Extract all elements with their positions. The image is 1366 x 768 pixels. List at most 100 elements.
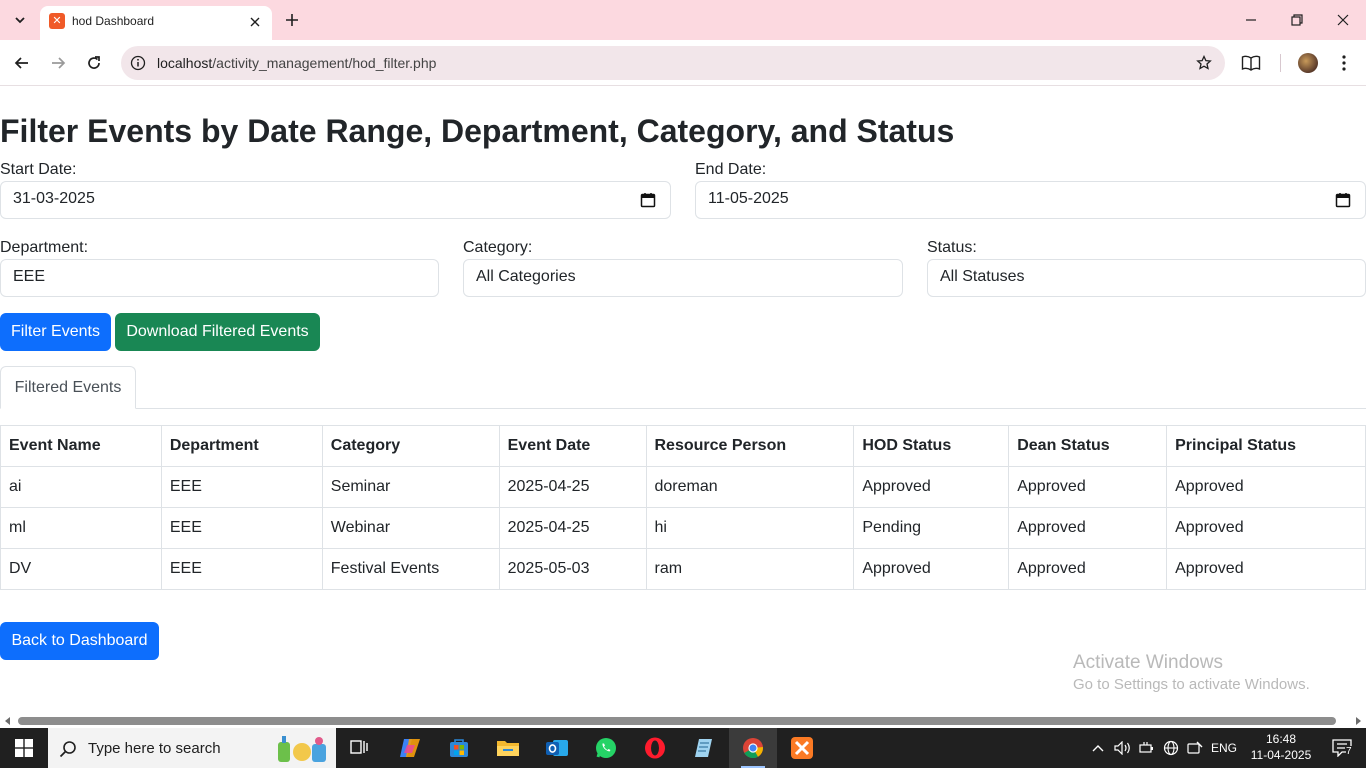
store-icon <box>450 739 468 757</box>
tab-close-button[interactable] <box>246 13 264 31</box>
table-header-row: Event Name Department Category Event Dat… <box>0 425 1366 467</box>
table-cell: hi <box>645 507 855 549</box>
back-nav-button[interactable] <box>8 49 36 77</box>
table-cell: Seminar <box>321 466 500 508</box>
tab-search-button[interactable] <box>8 8 32 32</box>
network-button[interactable] <box>1160 728 1182 768</box>
input-language-button[interactable]: ENG <box>1208 728 1240 768</box>
horizontal-scrollbar[interactable] <box>0 714 1366 728</box>
column-header: Category <box>321 425 500 467</box>
taskbar-notepad[interactable] <box>680 728 728 768</box>
browser-tab[interactable]: ✕ hod Dashboard <box>40 6 272 40</box>
results-tabs: Filtered Events <box>0 366 1366 409</box>
browser-toolbar: localhost/activity_management/hod_filter… <box>0 40 1366 86</box>
department-select[interactable]: EEE <box>0 259 439 297</box>
reading-list-icon[interactable] <box>1240 52 1262 74</box>
calendar-icon[interactable] <box>1335 192 1351 208</box>
taskbar-microsoft-store[interactable] <box>435 728 483 768</box>
close-window-button[interactable] <box>1320 0 1366 40</box>
end-date-input[interactable]: 11-05-2025 <box>695 181 1366 219</box>
device-button[interactable] <box>1184 728 1206 768</box>
url-path: /activity_management/hod_filter.php <box>212 55 437 71</box>
table-row: ml EEE Webinar 2025-04-25 hi Pending App… <box>0 507 1366 549</box>
browser-menu-icon[interactable] <box>1333 52 1355 74</box>
taskbar-search-box[interactable]: Type here to search <box>48 728 336 768</box>
browser-tab-strip: ✕ hod Dashboard <box>0 0 1366 40</box>
clock-date: 11-04-2025 <box>1250 748 1312 762</box>
opera-icon <box>645 737 665 759</box>
volume-button[interactable] <box>1112 728 1134 768</box>
search-placeholder: Type here to search <box>88 740 221 757</box>
profile-avatar[interactable] <box>1298 53 1318 73</box>
address-bar[interactable]: localhost/activity_management/hod_filter… <box>121 46 1225 80</box>
new-tab-button[interactable] <box>280 8 304 32</box>
reload-button[interactable] <box>80 49 108 77</box>
start-button[interactable] <box>0 728 48 768</box>
column-header: Dean Status <box>1008 425 1168 467</box>
taskbar-file-explorer[interactable] <box>484 728 532 768</box>
restore-icon <box>1291 14 1303 26</box>
scroll-left-arrow-icon[interactable] <box>3 716 13 726</box>
taskbar-outlook[interactable] <box>533 728 581 768</box>
start-date-input[interactable]: 31-03-2025 <box>0 181 671 219</box>
download-filtered-events-button[interactable]: Download Filtered Events <box>115 313 320 351</box>
table-cell: Approved <box>1166 507 1366 549</box>
bookmark-star-icon[interactable] <box>1195 54 1213 72</box>
notepad-icon <box>695 739 712 757</box>
close-icon <box>250 17 260 27</box>
end-date-label: End Date: <box>695 161 767 178</box>
column-header: HOD Status <box>853 425 1010 467</box>
start-date-label: Start Date: <box>0 161 77 178</box>
table-cell: Approved <box>1166 466 1366 508</box>
system-clock[interactable]: 16:48 11-04-2025 <box>1250 731 1312 763</box>
url-host: localhost <box>157 55 213 71</box>
end-date-value: 11-05-2025 <box>708 190 789 207</box>
table-cell: EEE <box>160 507 323 549</box>
column-header: Department <box>160 425 323 467</box>
table-cell: ram <box>645 548 855 590</box>
restore-button[interactable] <box>1274 0 1320 40</box>
windows-logo-icon <box>15 739 33 757</box>
department-label: Department: <box>0 239 89 256</box>
url-text[interactable]: localhost/activity_management/hod_filter… <box>157 55 436 71</box>
table-cell: 2025-04-25 <box>498 466 647 508</box>
status-select[interactable]: All Statuses <box>927 259 1366 297</box>
category-select[interactable]: All Categories <box>463 259 903 297</box>
scrollbar-thumb[interactable] <box>18 717 1336 725</box>
toolbar-separator <box>1280 54 1281 72</box>
chevron-down-icon <box>15 17 25 24</box>
chrome-icon <box>743 738 763 759</box>
table-cell: Pending <box>853 507 1010 549</box>
table-cell: Festival Events <box>321 548 500 590</box>
clock-time: 16:48 <box>1265 732 1297 746</box>
table-cell: 2025-05-03 <box>498 548 647 590</box>
taskbar-xampp[interactable] <box>778 728 826 768</box>
notification-center-button[interactable]: 7 <box>1318 728 1366 768</box>
task-view-button[interactable] <box>336 728 384 768</box>
page-content: Filter Events by Date Range, Department,… <box>0 87 1366 714</box>
battery-button[interactable] <box>1136 728 1158 768</box>
back-to-dashboard-button[interactable]: Back to Dashboard <box>0 622 159 660</box>
taskbar-chrome[interactable] <box>729 728 777 768</box>
taskbar-copilot[interactable] <box>386 728 434 768</box>
scroll-right-arrow-icon[interactable] <box>1353 716 1363 726</box>
calendar-icon[interactable] <box>640 192 656 208</box>
task-view-icon <box>350 740 368 754</box>
table-cell: Approved <box>1166 548 1366 590</box>
activation-watermark-subtitle: Go to Settings to activate Windows. <box>1073 676 1310 693</box>
status-value: All Statuses <box>940 268 1025 285</box>
table-cell: Webinar <box>321 507 500 549</box>
taskbar-whatsapp[interactable] <box>582 728 630 768</box>
show-hidden-icons-button[interactable] <box>1088 728 1108 768</box>
minimize-button[interactable] <box>1228 0 1274 40</box>
department-value: EEE <box>13 268 46 285</box>
site-info-icon[interactable] <box>129 54 147 72</box>
speaker-icon <box>1114 741 1130 755</box>
battery-plug-icon <box>1139 742 1153 753</box>
tab-filtered-events[interactable]: Filtered Events <box>0 366 136 409</box>
plus-icon <box>286 14 298 26</box>
xampp-favicon-icon: ✕ <box>49 13 65 29</box>
forward-nav-button[interactable] <box>44 49 72 77</box>
taskbar-opera[interactable] <box>631 728 679 768</box>
filter-events-button[interactable]: Filter Events <box>0 313 111 351</box>
